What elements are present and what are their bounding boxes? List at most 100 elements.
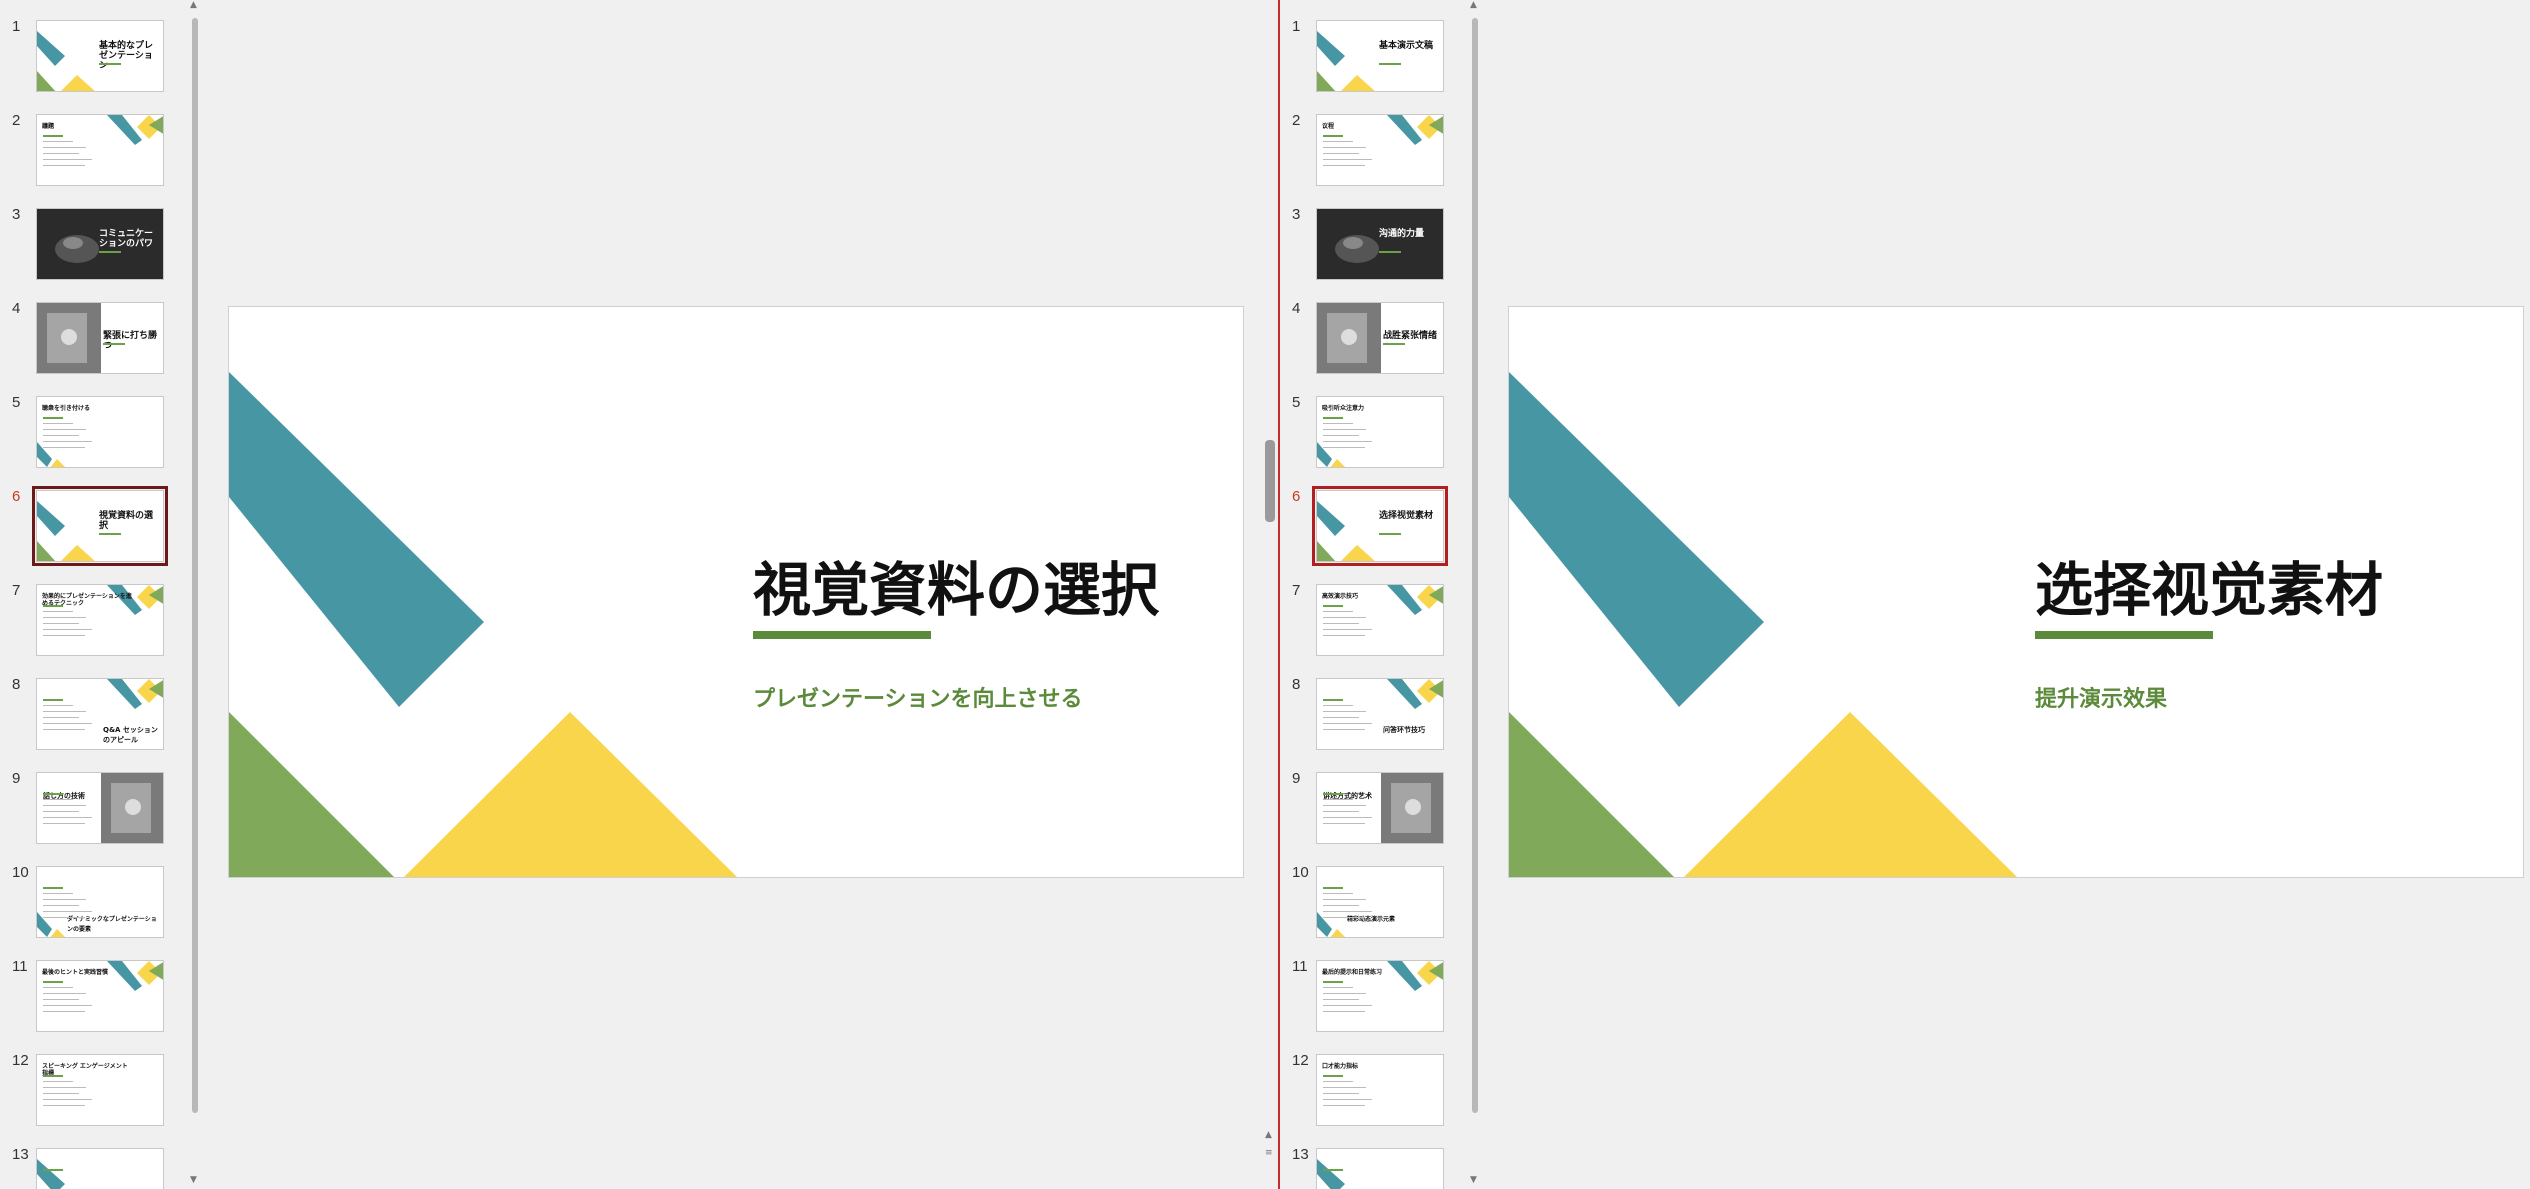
slide-canvas-right[interactable]: 选择视觉素材 提升演示效果 bbox=[1508, 306, 2524, 878]
thumbnail-row[interactable]: 10 精彩动态演示元素 bbox=[1280, 864, 1468, 944]
slide-thumbnail[interactable]: 聴衆を引き付ける bbox=[36, 396, 164, 468]
thumbnail-scrollbar[interactable]: ▲ ▼ bbox=[188, 0, 202, 1189]
thumbnail-row[interactable]: 8 Q&A セッションのアピール bbox=[0, 676, 188, 756]
thumbnail-row[interactable]: 6 选择视觉素材 bbox=[1280, 486, 1468, 568]
slide-thumbnail[interactable]: ありがとうございました bbox=[36, 1148, 164, 1189]
slide-thumbnail[interactable]: 谢谢。 bbox=[1316, 1148, 1444, 1189]
thumbnail-row[interactable]: 2 议程 bbox=[1280, 112, 1468, 192]
slide-thumbnail[interactable]: 基本的なプレゼンテーション bbox=[36, 20, 164, 92]
thumbnail-row[interactable]: 3 コミュニケーションのパワー bbox=[0, 206, 188, 286]
scroll-up-icon[interactable]: ▲ bbox=[190, 0, 197, 10]
slide-thumbnail[interactable]: 話し方の技術 bbox=[36, 772, 164, 844]
thumbnail-title: 议程 bbox=[1322, 123, 1335, 130]
thumbnail-row[interactable]: 13 ありがとうございました bbox=[0, 1146, 188, 1189]
thumbnail-title: 高效演示技巧 bbox=[1322, 593, 1359, 600]
slide-thumbnail[interactable]: 精彩动态演示元素 bbox=[1316, 866, 1444, 938]
thumbnail-row[interactable]: 4 緊張に打ち勝つ bbox=[0, 300, 188, 380]
slide-thumbnail[interactable]: 高效演示技巧 bbox=[1316, 584, 1444, 656]
thumbnail-title: 基本的なプレゼンテーション bbox=[99, 41, 154, 71]
thumbnail-row[interactable]: 1 基本的なプレゼンテーション bbox=[0, 18, 188, 98]
thumbnail-accent-bar bbox=[43, 1169, 63, 1171]
thumbnail-row[interactable]: 11 最後のヒントと実践習慣 bbox=[0, 958, 188, 1038]
thumbnail-row[interactable]: 7 効果的にプレゼンテーションを進めるテクニック bbox=[0, 582, 188, 662]
slide-subtitle[interactable]: プレゼンテーションを向上させる bbox=[753, 681, 1083, 713]
thumbnail-text-line bbox=[43, 823, 85, 824]
thumbnail-row[interactable]: 6 視覚資料の選択 bbox=[0, 486, 188, 568]
thumbnail-text-line bbox=[1323, 623, 1359, 624]
thumbnail-row[interactable]: 5 吸引听众注意力 bbox=[1280, 394, 1468, 474]
scroll-down-icon[interactable]: ▼ bbox=[1470, 1175, 1477, 1185]
thumbnail-row[interactable]: 9 話し方の技術 bbox=[0, 770, 188, 850]
thumbnail-title: 聴衆を引き付ける bbox=[42, 405, 91, 412]
thumbnail-row[interactable]: 10 ダイナミックなプレゼンテーションの要素 bbox=[0, 864, 188, 944]
thumbnail-row[interactable]: 12 スピーキング エンゲージメント指標 bbox=[0, 1052, 188, 1132]
thumbnail-text-line bbox=[43, 717, 79, 718]
thumbnail-accent-bar bbox=[43, 981, 63, 983]
prev-slide-icon[interactable]: ▲ bbox=[1265, 1130, 1272, 1140]
slide-thumbnail[interactable]: 基本演示文稿 bbox=[1316, 20, 1444, 92]
thumbnail-row[interactable]: 8 问答环节技巧 bbox=[1280, 676, 1468, 756]
thumbnail-row[interactable]: 11 最后的提示和日常练习 bbox=[1280, 958, 1468, 1038]
thumbnail-number: 6 bbox=[1292, 488, 1301, 505]
thumbnail-row[interactable]: 3 沟通的力量 bbox=[1280, 206, 1468, 286]
thumbnail-accent-bar bbox=[1323, 887, 1343, 889]
slide-thumbnail[interactable]: コミュニケーションのパワー bbox=[36, 208, 164, 280]
slide-thumbnail[interactable]: Q&A セッションのアピール bbox=[36, 678, 164, 750]
slide-thumbnail[interactable]: 口才能力指标 bbox=[1316, 1054, 1444, 1126]
slide-thumbnail[interactable]: 吸引听众注意力 bbox=[1316, 396, 1444, 468]
slide-thumbnail[interactable]: 选择视觉素材 bbox=[1312, 486, 1448, 566]
thumbnail-text-line bbox=[43, 429, 86, 430]
thumbnail-title: 战胜紧张情绪 bbox=[1383, 331, 1438, 341]
thumbnail-row[interactable]: 7 高效演示技巧 bbox=[1280, 582, 1468, 662]
slide-thumbnail[interactable]: 最後のヒントと実践習慣 bbox=[36, 960, 164, 1032]
scroll-down-icon[interactable]: ▼ bbox=[190, 1175, 197, 1185]
slide-canvas[interactable]: 視覚資料の選択 プレゼンテーションを向上させる bbox=[228, 306, 1244, 878]
thumbnail-accent-bar bbox=[1323, 699, 1343, 701]
slide-thumbnail[interactable]: ダイナミックなプレゼンテーションの要素 bbox=[36, 866, 164, 938]
slide-thumbnail[interactable]: 緊張に打ち勝つ bbox=[36, 302, 164, 374]
thumbnail-text-line bbox=[1323, 799, 1353, 800]
thumbnail-scrollbar-right[interactable]: ▲ ▼ bbox=[1468, 0, 1482, 1189]
slide-thumbnail[interactable]: 議題 bbox=[36, 114, 164, 186]
thumbnail-text-line bbox=[43, 1099, 92, 1100]
editor-scrollbar-thumb[interactable] bbox=[1265, 440, 1275, 522]
thumbnail-row[interactable]: 1 基本演示文稿 bbox=[1280, 18, 1468, 98]
slide-thumbnail[interactable]: 战胜紧张情绪 bbox=[1316, 302, 1444, 374]
slide-thumbnail[interactable]: 効果的にプレゼンテーションを進めるテクニック bbox=[36, 584, 164, 656]
thumbnail-text-line bbox=[1323, 611, 1353, 612]
thumbnail-text-line bbox=[1323, 893, 1353, 894]
thumbnail-row[interactable]: 2 議題 bbox=[0, 112, 188, 192]
thumbnail-row[interactable]: 9 讲述方式的艺术 bbox=[1280, 770, 1468, 850]
slide-thumbnail-panel[interactable]: 1 基本的なプレゼンテーション 2 議題 3 コミュニケーションのパワー 4 緊張に打ち勝つ 5… bbox=[0, 0, 188, 1189]
thumbnail-text-line bbox=[1323, 817, 1372, 818]
thumbnail-accent-bar bbox=[99, 63, 121, 65]
slide-subtitle[interactable]: 提升演示效果 bbox=[2035, 681, 2167, 713]
slide-thumbnail[interactable]: 问答环节技巧 bbox=[1316, 678, 1444, 750]
slide-thumbnail[interactable]: 议程 bbox=[1316, 114, 1444, 186]
slide-editor[interactable]: 視覚資料の選択 プレゼンテーションを向上させる bbox=[203, 0, 1263, 1189]
slide-thumbnail[interactable]: 視覚資料の選択 bbox=[32, 486, 168, 566]
thumbnail-text-line bbox=[43, 147, 86, 148]
slide-title[interactable]: 选择视觉素材 bbox=[2035, 543, 2383, 627]
slide-editor-right[interactable]: 选择视觉素材 提升演示效果 bbox=[1483, 0, 2530, 1189]
slide-title[interactable]: 視覚資料の選択 bbox=[753, 543, 1159, 627]
slide-thumbnail-panel-right[interactable]: 1 基本演示文稿 2 议程 3 沟通的力量 4 战胜紧张情绪 5 吸引听众注意力 6 选择视觉素材 7 高… bbox=[1280, 0, 1468, 1189]
slide-thumbnail[interactable]: 最后的提示和日常练习 bbox=[1316, 960, 1444, 1032]
thumbnail-text-line bbox=[1323, 993, 1366, 994]
next-slide-icon[interactable]: ≡ bbox=[1265, 1148, 1273, 1158]
editor-scrollbar[interactable]: ▲ ≡ bbox=[1262, 0, 1278, 1189]
thumbnail-number: 9 bbox=[1292, 770, 1301, 787]
thumbnail-number: 2 bbox=[12, 112, 21, 129]
thumbnail-row[interactable]: 5 聴衆を引き付ける bbox=[0, 394, 188, 474]
thumbnail-row[interactable]: 13 谢谢。 bbox=[1280, 1146, 1468, 1189]
thumbnail-row[interactable]: 4 战胜紧张情绪 bbox=[1280, 300, 1468, 380]
thumbnail-accent-bar bbox=[43, 699, 63, 701]
slide-thumbnail[interactable]: 沟通的力量 bbox=[1316, 208, 1444, 280]
slide-thumbnail[interactable]: スピーキング エンゲージメント指標 bbox=[36, 1054, 164, 1126]
scrollbar-thumb[interactable] bbox=[1472, 18, 1478, 1113]
scrollbar-thumb[interactable] bbox=[192, 18, 198, 1113]
thumbnail-row[interactable]: 12 口才能力指标 bbox=[1280, 1052, 1468, 1132]
thumbnail-accent-bar bbox=[1323, 135, 1343, 137]
slide-thumbnail[interactable]: 讲述方式的艺术 bbox=[1316, 772, 1444, 844]
scroll-up-icon[interactable]: ▲ bbox=[1470, 0, 1477, 10]
